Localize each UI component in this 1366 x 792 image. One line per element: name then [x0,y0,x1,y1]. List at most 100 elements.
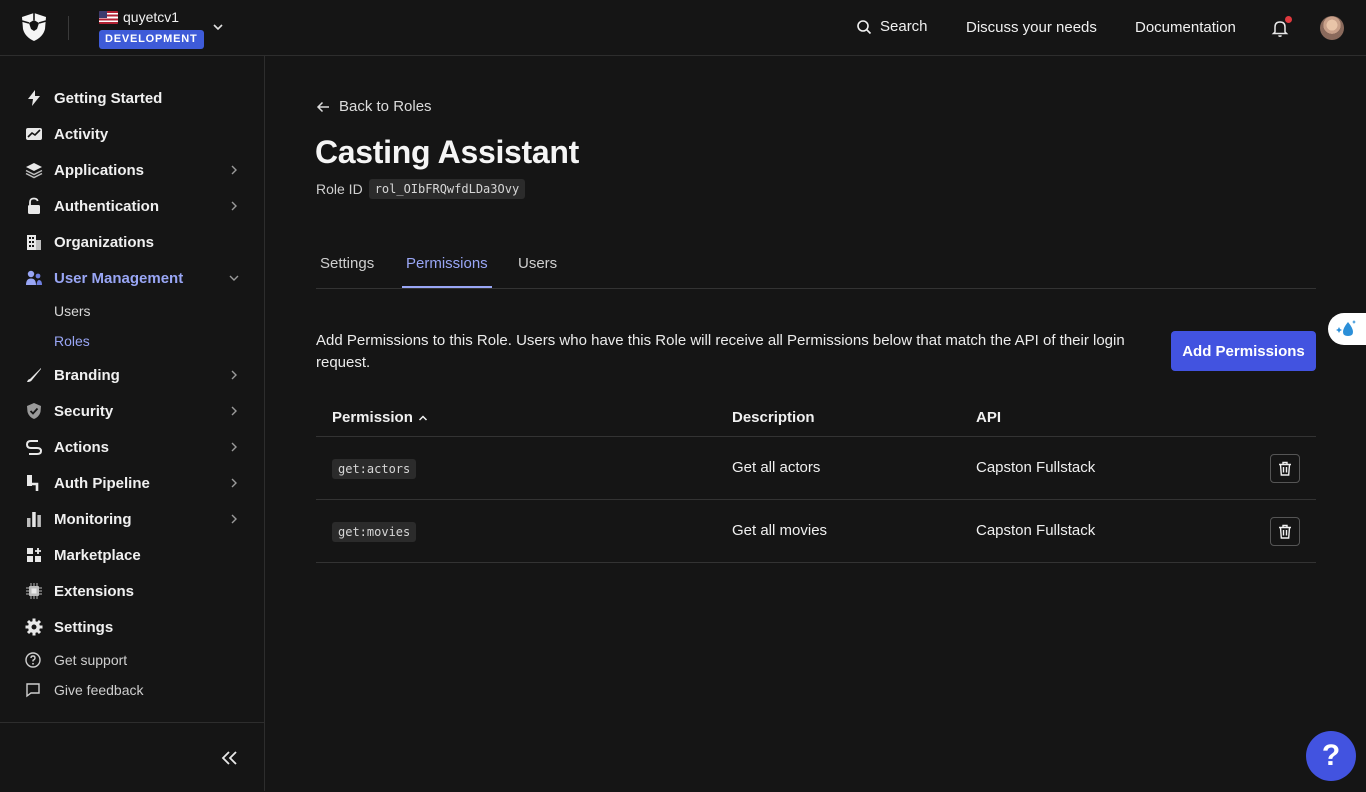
sidebar-item-label: Marketplace [54,546,141,564]
role-id-row: Role ID rol_OIbFRQwfdLDa3Ovy [316,179,526,199]
sidebar-item-security[interactable]: Security [24,397,242,425]
search-icon [857,19,872,34]
permissions-table: Permission Description API get:actors Ge… [316,398,1316,563]
sidebar-item-label: Applications [54,161,145,179]
permission-description: Get all movies [732,522,828,539]
bar-chart-icon [24,509,44,529]
chevron-right-icon [231,201,237,211]
sidebar-item-getting-started[interactable]: Getting Started [24,84,242,112]
documentation-link[interactable]: Documentation [1135,19,1236,36]
pipeline-icon [24,473,44,493]
shield-check-icon [24,401,44,421]
table-row: get:movies Get all movies Capston Fullst… [316,500,1316,563]
help-button[interactable]: ? [1306,731,1356,781]
discuss-needs-link[interactable]: Discuss your needs [966,19,1097,36]
sidebar-item-extensions[interactable]: Extensions [24,577,242,605]
column-header-label: Permission [332,409,413,426]
chevron-right-icon [231,406,237,416]
sidebar-item-organizations[interactable]: Organizations [24,228,242,256]
sort-ascending-icon [418,414,427,421]
tenant-name: quyetcv1 [123,9,180,25]
sidebar-item-user-management[interactable]: User Management [24,264,242,292]
floating-extension-tab[interactable] [1328,313,1366,345]
double-chevron-left-icon[interactable] [220,749,240,767]
top-navigation-bar: quyetcv1 DEVELOPMENT Search Discuss your… [0,0,1366,56]
help-circle-icon [25,652,41,668]
chevron-right-icon [231,370,237,380]
sidebar-item-label: Actions [54,438,110,456]
sidebar-item-actions[interactable]: Actions [24,433,242,461]
sidebar-item-label: Organizations [54,233,155,251]
sidebar-item-settings[interactable]: Settings [24,613,242,641]
tab-bar: Settings Permissions Users [316,250,1316,289]
back-label: Back to Roles [339,98,432,115]
sidebar-item-label: Getting Started [54,89,163,107]
get-support-link[interactable]: Get support [24,651,127,669]
sidebar-item-label: Branding [54,366,120,384]
add-permissions-button[interactable]: Add Permissions [1171,331,1316,371]
sidebar-item-marketplace[interactable]: Marketplace [24,541,242,569]
us-flag-icon [99,10,118,24]
environment-badge: DEVELOPMENT [99,30,204,49]
role-id-value[interactable]: rol_OIbFRQwfdLDa3Ovy [368,179,526,199]
sidebar-item-monitoring[interactable]: Monitoring [24,505,242,533]
sidebar-item-label: Settings [54,618,114,636]
grid-plus-icon [24,545,44,565]
notification-dot [1285,16,1292,23]
role-id-label: Role ID [316,181,363,197]
sidebar-item-authentication[interactable]: Authentication [24,192,242,220]
sidebar: Getting Started Activity Applications Au… [0,56,265,791]
tenant-switcher[interactable]: quyetcv1 DEVELOPMENT [99,8,204,49]
water-drop-sparkle-icon [1336,320,1356,336]
chevron-right-icon [231,442,237,452]
sidebar-footer [0,722,265,792]
table-header: Permission Description API [316,398,1316,437]
tab-permissions[interactable]: Permissions [402,255,492,288]
layers-icon [24,160,44,180]
delete-permission-button[interactable] [1270,454,1300,483]
give-feedback-label: Give feedback [54,682,144,698]
page-title: Casting Assistant [315,134,579,170]
permission-api: Capston Fullstack [976,522,1096,539]
auth0-logo-icon[interactable] [20,12,48,42]
actions-flow-icon [24,437,44,457]
chat-bubble-icon [26,683,40,698]
tab-users[interactable]: Users [514,255,561,288]
sidebar-subitem-roles[interactable]: Roles [54,333,90,349]
lock-icon [24,196,44,216]
sidebar-subitem-users[interactable]: Users [54,303,91,319]
permissions-intro-text: Add Permissions to this Role. Users who … [316,332,1125,371]
trash-icon [1279,461,1291,476]
sidebar-item-branding[interactable]: Branding [24,361,242,389]
header-divider [68,16,69,40]
building-icon [24,232,44,252]
brush-icon [24,365,44,385]
sidebar-item-label: Monitoring [54,510,132,528]
gear-icon [24,617,44,637]
sidebar-item-label: Authentication [54,197,159,215]
permission-name: get:movies [332,522,417,542]
sidebar-item-activity[interactable]: Activity [24,120,242,148]
give-feedback-link[interactable]: Give feedback [24,681,144,699]
back-to-roles-link[interactable]: Back to Roles [316,98,432,115]
sidebar-item-label: Security [54,402,114,420]
permission-api: Capston Fullstack [976,459,1096,476]
chevron-down-icon [229,275,239,281]
search-label: Search [880,18,928,35]
column-header-permission[interactable]: Permission [332,409,429,426]
column-header-description: Description [732,409,815,426]
chevron-right-icon [231,514,237,524]
sidebar-item-label: Activity [54,125,109,143]
sidebar-item-applications[interactable]: Applications [24,156,242,184]
lightning-icon [24,88,44,108]
search-button[interactable]: Search [856,18,928,35]
user-avatar[interactable] [1320,16,1344,40]
tab-settings[interactable]: Settings [316,255,378,288]
activity-chart-icon [24,124,44,144]
sidebar-item-auth-pipeline[interactable]: Auth Pipeline [24,469,242,497]
chevron-down-icon[interactable] [211,20,225,34]
trash-icon [1279,524,1291,539]
delete-permission-button[interactable] [1270,517,1300,546]
chevron-right-icon [231,165,237,175]
table-row: get:actors Get all actors Capston Fullst… [316,437,1316,500]
